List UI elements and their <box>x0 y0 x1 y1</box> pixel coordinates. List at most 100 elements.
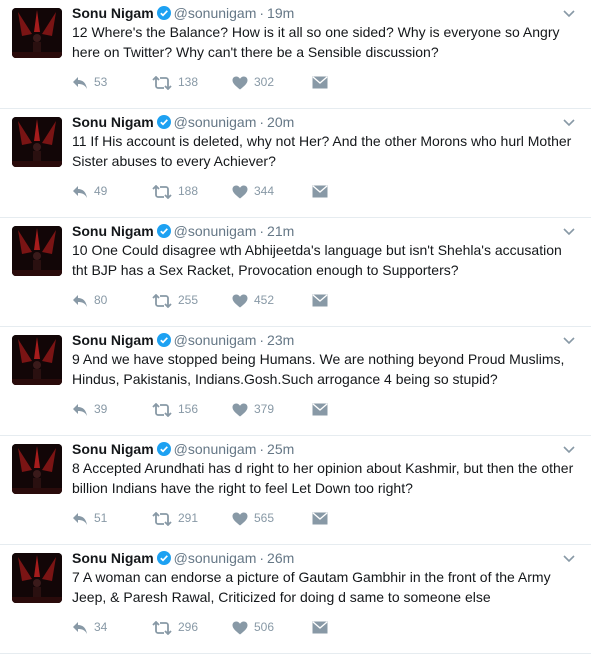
reply-count: 80 <box>94 293 108 307</box>
reply-button[interactable]: 49 <box>72 180 107 202</box>
author-handle[interactable]: @sonunigam <box>174 441 257 457</box>
author-name[interactable]: Sonu Nigam <box>72 5 154 21</box>
like-count: 379 <box>254 402 275 416</box>
reply-count: 53 <box>94 75 108 89</box>
separator-dot: · <box>259 5 265 21</box>
reply-button[interactable]: 53 <box>72 71 107 93</box>
separator-dot: · <box>259 441 265 457</box>
retweet-button[interactable]: 296 <box>152 616 198 638</box>
reply-button[interactable]: 80 <box>72 289 107 311</box>
reply-icon <box>73 76 87 89</box>
tweet-timestamp[interactable]: 25m <box>267 441 294 457</box>
like-button[interactable]: 452 <box>232 289 274 311</box>
author-handle[interactable]: @sonunigam <box>174 114 257 130</box>
tweet[interactable]: Sonu Nigam @sonunigam · 21m 10 One Could di… <box>0 218 591 327</box>
chevron-down-icon[interactable] <box>563 119 575 127</box>
tweet[interactable]: Sonu Nigam @sonunigam · 25m 8 Accepted Arun… <box>0 436 591 545</box>
retweet-button[interactable]: 291 <box>152 507 198 529</box>
reply-count: 51 <box>94 511 108 525</box>
like-count: 506 <box>254 620 275 634</box>
reply-button[interactable]: 51 <box>72 507 107 529</box>
tweet[interactable]: Sonu Nigam @sonunigam · 26m 7 A woman can e… <box>0 545 591 654</box>
direct-message-button[interactable] <box>312 398 328 420</box>
like-count: 565 <box>254 511 275 525</box>
avatar[interactable] <box>12 553 62 603</box>
tweet[interactable]: Sonu Nigam @sonunigam · 20m 11 If His accou… <box>0 109 591 218</box>
tweet-timestamp[interactable]: 26m <box>267 550 294 566</box>
verified-badge-icon <box>156 442 171 456</box>
tweet-actions: 80 255 452 <box>72 289 372 311</box>
heart-icon <box>232 76 248 90</box>
tweet-actions: 49 188 344 <box>72 180 372 202</box>
tweet-header: Sonu Nigam @sonunigam · 20m <box>72 112 551 132</box>
verified-badge-icon <box>156 551 171 565</box>
direct-message-button[interactable] <box>312 180 328 202</box>
direct-message-icon <box>312 403 328 416</box>
retweet-icon <box>152 184 172 200</box>
avatar[interactable] <box>12 117 62 167</box>
chevron-down-icon[interactable] <box>563 228 575 236</box>
retweet-button[interactable]: 138 <box>152 71 198 93</box>
retweet-button[interactable]: 188 <box>152 180 198 202</box>
retweet-button[interactable]: 156 <box>152 398 198 420</box>
tweet-timestamp[interactable]: 20m <box>267 114 294 130</box>
like-count: 302 <box>254 75 275 89</box>
separator-dot: · <box>259 550 265 566</box>
author-name[interactable]: Sonu Nigam <box>72 114 154 130</box>
heart-icon <box>232 185 248 199</box>
chevron-down-icon[interactable] <box>563 446 575 454</box>
heart-icon <box>232 294 248 308</box>
tweet-text: 8 Accepted Arundhati has d right to her … <box>72 460 574 496</box>
retweet-icon <box>152 620 172 636</box>
author-name[interactable]: Sonu Nigam <box>72 332 154 348</box>
tweet-timestamp[interactable]: 23m <box>267 332 294 348</box>
verified-badge-icon <box>156 115 171 129</box>
direct-message-button[interactable] <box>312 616 328 638</box>
retweet-count: 296 <box>178 620 199 634</box>
separator-dot: · <box>259 223 265 239</box>
heart-icon <box>232 621 248 635</box>
avatar[interactable] <box>12 335 62 385</box>
retweet-button[interactable]: 255 <box>152 289 198 311</box>
author-name[interactable]: Sonu Nigam <box>72 550 154 566</box>
author-name[interactable]: Sonu Nigam <box>72 441 154 457</box>
direct-message-button[interactable] <box>312 289 328 311</box>
retweet-count: 156 <box>178 402 199 416</box>
tweet[interactable]: Sonu Nigam @sonunigam · 23m 9 And we have s… <box>0 327 591 436</box>
verified-badge-icon <box>156 224 171 238</box>
reply-count: 39 <box>94 402 108 416</box>
like-button[interactable]: 302 <box>232 71 274 93</box>
tweet-header: Sonu Nigam @sonunigam · 26m <box>72 548 551 568</box>
chevron-down-icon[interactable] <box>563 555 575 563</box>
like-button[interactable]: 379 <box>232 398 274 420</box>
retweet-count: 138 <box>178 75 199 89</box>
retweet-count: 291 <box>178 511 199 525</box>
like-count: 452 <box>254 293 275 307</box>
direct-message-button[interactable] <box>312 71 328 93</box>
like-count: 344 <box>254 184 275 198</box>
tweet[interactable]: Sonu Nigam @sonunigam · 19m 12 Where's the … <box>0 0 591 109</box>
reply-button[interactable]: 39 <box>72 398 107 420</box>
separator-dot: · <box>259 332 265 348</box>
like-button[interactable]: 344 <box>232 180 274 202</box>
like-button[interactable]: 565 <box>232 507 274 529</box>
avatar[interactable] <box>12 444 62 494</box>
chevron-down-icon[interactable] <box>563 337 575 345</box>
reply-icon <box>73 185 87 198</box>
author-name[interactable]: Sonu Nigam <box>72 223 154 239</box>
direct-message-icon <box>312 76 328 89</box>
avatar[interactable] <box>12 226 62 276</box>
author-handle[interactable]: @sonunigam <box>174 223 257 239</box>
like-button[interactable]: 506 <box>232 616 274 638</box>
reply-button[interactable]: 34 <box>72 616 107 638</box>
retweet-icon <box>152 511 172 527</box>
avatar[interactable] <box>12 8 62 58</box>
heart-icon <box>232 512 248 526</box>
tweet-timestamp[interactable]: 19m <box>267 5 294 21</box>
direct-message-button[interactable] <box>312 507 328 529</box>
chevron-down-icon[interactable] <box>563 10 575 18</box>
tweet-timestamp[interactable]: 21m <box>267 223 294 239</box>
author-handle[interactable]: @sonunigam <box>174 550 257 566</box>
author-handle[interactable]: @sonunigam <box>174 332 257 348</box>
author-handle[interactable]: @sonunigam <box>174 5 257 21</box>
